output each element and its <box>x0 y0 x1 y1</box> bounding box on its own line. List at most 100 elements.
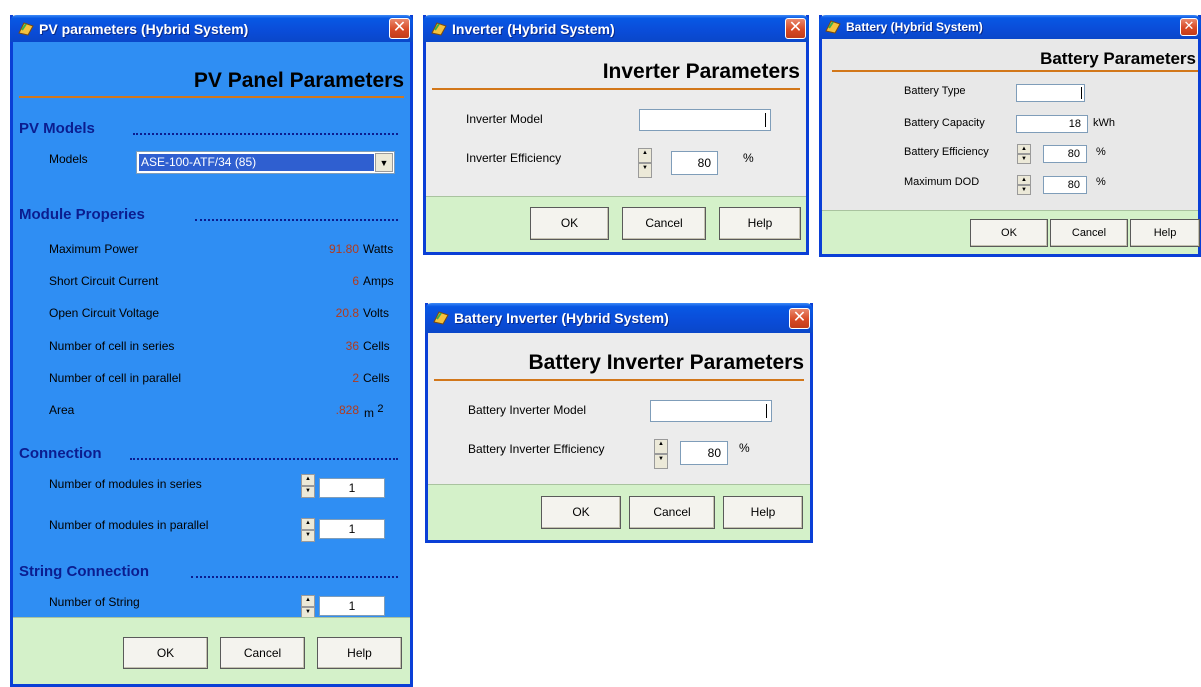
property-unit-text: Amps <box>363 274 394 288</box>
property-value: 20.8 <box>335 306 359 320</box>
cancel-button[interactable]: Cancel <box>220 637 305 669</box>
ok-button[interactable]: OK <box>970 219 1048 247</box>
spin-down-icon[interactable]: ▼ <box>1017 154 1031 164</box>
battery-inverter-efficiency-input[interactable]: 80 <box>680 441 728 465</box>
string-input[interactable]: 1 <box>319 596 385 616</box>
spin-down-icon[interactable]: ▼ <box>638 163 652 178</box>
help-button[interactable]: Help <box>317 637 402 669</box>
spin-up-icon[interactable]: ▲ <box>638 148 652 163</box>
window-title: PV parameters (Hybrid System) <box>39 20 249 37</box>
inverter-model-input[interactable] <box>639 109 771 131</box>
spin-up-icon[interactable]: ▲ <box>301 474 315 486</box>
battery-inverter-efficiency-spinner[interactable]: ▲ ▼ <box>654 439 668 469</box>
ok-button[interactable]: OK <box>123 637 208 669</box>
inverter-window-titlebar[interactable]: Inverter (Hybrid System) ✕ <box>423 15 809 42</box>
app-icon <box>18 21 34 36</box>
property-label: Open Circuit Voltage <box>49 306 160 320</box>
battery-efficiency-spinner[interactable]: ▲ ▼ <box>1017 144 1031 164</box>
spin-up-icon[interactable]: ▲ <box>301 595 315 607</box>
property-value: 6 <box>352 274 359 288</box>
property-label: Maximum Power <box>49 242 139 256</box>
property-value: 2 <box>352 371 359 385</box>
close-icon[interactable]: ✕ <box>785 18 806 39</box>
close-icon[interactable]: ✕ <box>389 18 410 39</box>
property-unit: Cells <box>363 371 390 385</box>
spin-down-icon[interactable]: ▼ <box>1017 185 1031 195</box>
battery-window-client: Battery Parameters Battery Type Battery … <box>822 39 1200 254</box>
inverter-efficiency-input[interactable]: 80 <box>671 151 718 175</box>
app-icon <box>825 20 841 34</box>
battery-inverter-window-titlebar[interactable]: Battery Inverter (Hybrid System) ✕ <box>425 303 813 333</box>
battery-type-label: Battery Type <box>904 85 966 97</box>
help-button[interactable]: Help <box>719 207 801 240</box>
spin-up-icon[interactable]: ▲ <box>1017 175 1031 185</box>
cancel-button[interactable]: Cancel <box>622 207 706 240</box>
spin-up-icon[interactable]: ▲ <box>301 518 315 530</box>
spin-down-icon[interactable]: ▼ <box>301 486 315 498</box>
battery-type-input[interactable] <box>1016 84 1085 102</box>
dropdown-arrow-icon[interactable]: ▼ <box>375 153 393 172</box>
battery-window-titlebar[interactable]: Battery (Hybrid System) ✕ <box>819 15 1201 39</box>
battery-window: Battery (Hybrid System) ✕ Battery Parame… <box>819 15 1201 257</box>
spin-up-icon[interactable]: ▲ <box>654 439 668 454</box>
app-icon <box>433 311 449 325</box>
maximum-dod-input[interactable]: 80 <box>1043 176 1087 194</box>
close-icon[interactable]: ✕ <box>789 307 810 329</box>
property-unit: Cells <box>363 339 390 353</box>
battery-inverter-efficiency-unit: % <box>739 441 750 455</box>
spin-up-icon[interactable]: ▲ <box>1017 144 1031 154</box>
pv-window-titlebar[interactable]: PV parameters (Hybrid System) ✕ <box>10 15 413 42</box>
series-label: Number of modules in series <box>49 477 202 491</box>
cancel-button[interactable]: Cancel <box>629 496 715 529</box>
battery-inverter-model-label: Battery Inverter Model <box>468 403 587 417</box>
ok-button[interactable]: OK <box>541 496 621 529</box>
help-button[interactable]: Help <box>723 496 803 529</box>
property-value: 36 <box>345 339 359 353</box>
battery-inverter-model-input[interactable] <box>650 400 772 422</box>
pv-parameters-window: PV parameters (Hybrid System) ✕ PV Panel… <box>10 15 413 687</box>
spin-down-icon[interactable]: ▼ <box>654 454 668 469</box>
window-title: Battery (Hybrid System) <box>846 20 983 34</box>
section-string-connection: String Connection <box>19 563 149 580</box>
spin-down-icon[interactable]: ▼ <box>301 530 315 542</box>
page-title: Battery Inverter Parameters <box>528 351 804 374</box>
header-rule <box>832 70 1198 72</box>
section-module-properties: Module Properies <box>19 206 145 223</box>
section-dots <box>133 133 398 135</box>
page-title: Inverter Parameters <box>602 60 800 83</box>
inverter-efficiency-spinner[interactable]: ▲ ▼ <box>638 148 652 178</box>
button-bar: OK Cancel Help <box>428 484 810 540</box>
section-dots <box>195 219 398 221</box>
help-button[interactable]: Help <box>1130 219 1200 247</box>
header-rule <box>19 96 404 98</box>
property-label: Number of cell in series <box>49 339 175 353</box>
parallel-input[interactable]: 1 <box>319 519 385 539</box>
window-title: Battery Inverter (Hybrid System) <box>454 310 669 326</box>
inverter-window: Inverter (Hybrid System) ✕ Inverter Para… <box>423 15 809 255</box>
header-rule <box>434 379 804 381</box>
close-icon[interactable]: ✕ <box>1180 18 1198 36</box>
inverter-efficiency-label: Inverter Efficiency <box>466 151 562 165</box>
button-bar: OK Cancel Help <box>13 617 410 684</box>
models-selected: ASE-100-ATF/34 (85) <box>139 154 374 171</box>
property-unit-text: Volts <box>363 306 390 320</box>
battery-capacity-input[interactable]: 18 <box>1016 115 1088 133</box>
series-spinner[interactable]: ▲ ▼ <box>301 474 315 498</box>
maximum-dod-label: Maximum DOD <box>904 176 980 188</box>
series-input[interactable]: 1 <box>319 478 385 498</box>
models-dropdown[interactable]: ASE-100-ATF/34 (85) ▼ <box>136 151 395 174</box>
maximum-dod-spinner[interactable]: ▲ ▼ <box>1017 175 1031 195</box>
battery-efficiency-input[interactable]: 80 <box>1043 145 1087 163</box>
property-unit-text: Watts <box>363 242 394 256</box>
button-bar: OK Cancel Help <box>426 196 806 252</box>
section-pv-models: PV Models <box>19 120 95 137</box>
parallel-spinner[interactable]: ▲ ▼ <box>301 518 315 542</box>
cancel-button[interactable]: Cancel <box>1050 219 1128 247</box>
maximum-dod-unit: % <box>1096 176 1106 188</box>
page-title: PV Panel Parameters <box>193 69 404 92</box>
string-spinner[interactable]: ▲ ▼ <box>301 595 315 619</box>
property-unit: Watts <box>363 242 393 256</box>
section-dots <box>191 576 398 578</box>
ok-button[interactable]: OK <box>530 207 609 240</box>
pv-window-client: PV Panel Parameters PV Models Models ASE… <box>13 42 410 684</box>
